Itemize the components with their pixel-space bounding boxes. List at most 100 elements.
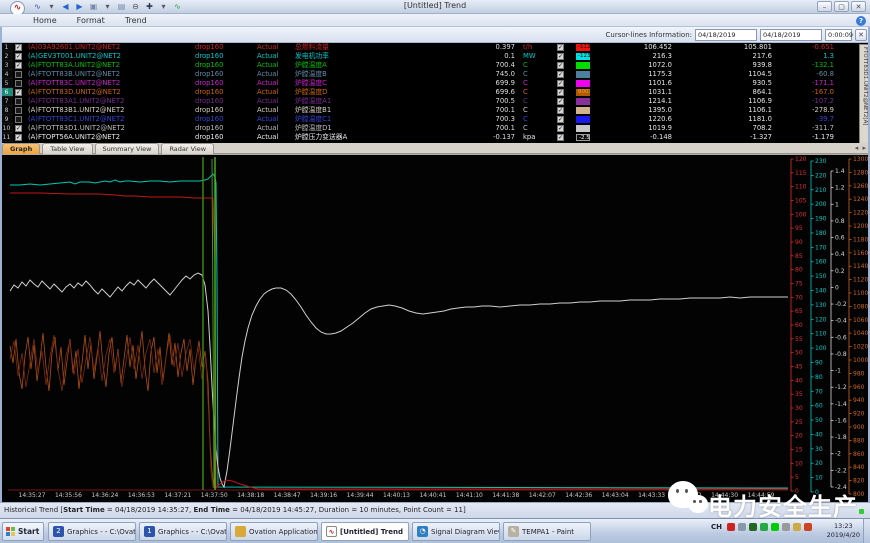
cursor-time1-field[interactable]: 04/18/2019 14:37:51.200	[695, 29, 757, 41]
scale-color-bar[interactable]	[576, 107, 590, 114]
svg-text:40: 40	[815, 431, 823, 438]
cursor-value: 1106.1	[678, 106, 778, 115]
tab-summary-view[interactable]: Summary View	[95, 143, 160, 154]
taskbar-button-signal-diagram[interactable]: ◔Signal Diagram Viewe...	[412, 522, 500, 541]
scale-checkbox[interactable]: ✓	[557, 62, 564, 69]
taskbar-button-label: [Untitled] Trend	[340, 528, 403, 536]
maximize-button[interactable]: ▢	[834, 1, 849, 12]
status-text: Historical Trend [Start Time = 04/18/201…	[4, 506, 466, 514]
signal-desc: 炉膛温度C	[295, 79, 453, 88]
trend-graph[interactable]: 1201151101051009590858075706560555045403…	[0, 154, 870, 502]
taskbar-clock[interactable]: 13:23 2019/4/20	[827, 522, 860, 540]
signal-name: (A)FTOTT83C.UNIT2@NET2	[28, 79, 195, 88]
scale-checkbox[interactable]: ✓	[557, 80, 564, 87]
cursor-value: -0.148	[590, 133, 678, 142]
window-title: [Untitled] Trend	[0, 1, 870, 10]
cursor-duration-field[interactable]: 0:00:09	[825, 29, 852, 41]
signal-mode: Actual	[257, 70, 295, 79]
scale-color-bar[interactable]	[576, 62, 590, 69]
signal-row[interactable]: 11✓(A)FTOPT56A.UNIT2@NET2drop160Actual炉膛…	[0, 133, 870, 142]
signal-checkbox[interactable]	[15, 98, 22, 105]
scale-checkbox[interactable]: ✓	[557, 44, 564, 51]
tab-graph[interactable]: Graph	[2, 143, 40, 154]
svg-text:45: 45	[795, 364, 803, 371]
signal-checkbox[interactable]: ✓	[15, 125, 22, 132]
signal-unit: kpa	[519, 133, 553, 142]
scale-checkbox[interactable]: ✓	[557, 89, 564, 96]
cursor-value: 1031.1	[590, 88, 678, 97]
tray-security-icon[interactable]	[727, 523, 735, 531]
scale-color-bar[interactable]	[576, 98, 590, 105]
signal-row[interactable]: 7(A)FTOTT83A1.UNIT2@NET2drop160Actual炉膛温…	[0, 97, 870, 106]
signal-checkbox[interactable]: ✓	[15, 134, 22, 141]
menu-item-format[interactable]: Format	[74, 14, 108, 27]
tab-radar-view[interactable]: Radar View	[161, 143, 214, 154]
svg-text:90: 90	[815, 359, 823, 366]
tray-network-icon[interactable]	[749, 523, 757, 531]
taskbar-button-trend-app[interactable]: ∿[Untitled] Trend	[321, 522, 409, 541]
scale-checkbox[interactable]: ✓	[557, 98, 564, 105]
language-indicator[interactable]: CH	[711, 523, 722, 531]
cursor-value: -107.2	[778, 97, 836, 106]
cursor-value: 1220.6	[590, 115, 678, 124]
taskbar-button-folder[interactable]: Ovation Applications	[230, 522, 318, 541]
signal-row[interactable]: 6✓(A)FTOTT83D.UNIT2@NET2drop160Actual炉膛温…	[0, 88, 870, 97]
svg-text:-1.6: -1.6	[835, 417, 847, 424]
signal-row[interactable]: 9(A)FTOTT83C1.UNIT2@NET2drop160Actual炉膛温…	[0, 115, 870, 124]
scale-color-bar[interactable]	[576, 71, 590, 78]
signal-checkbox[interactable]	[15, 71, 22, 78]
scale-color-bar[interactable]: -1230	[576, 53, 590, 60]
signal-checkbox[interactable]: ✓	[15, 53, 22, 60]
tray-agent-icon[interactable]	[760, 523, 768, 531]
signal-row[interactable]: 5(A)FTOTT83C.UNIT2@NET2drop160Actual炉膛温度…	[0, 79, 870, 88]
tab-scroll-arrows[interactable]: ◂ ▸	[855, 144, 867, 152]
signal-row[interactable]: 2✓(A)GEV3T001.UNIT2@NET2drop160Actual发电机…	[0, 52, 870, 61]
scale-color-bar[interactable]: -1120	[576, 44, 590, 51]
scale-checkbox[interactable]: ✓	[557, 134, 564, 141]
taskbar-button-paint[interactable]: ✎TEMPA1 - Paint	[503, 522, 591, 541]
signal-name: (A)FTOPT56A.UNIT2@NET2	[28, 133, 195, 142]
scale-checkbox[interactable]: ✓	[557, 107, 564, 114]
scale-color-bar[interactable]: 8001300	[576, 89, 590, 96]
scale-checkbox[interactable]: ✓	[557, 71, 564, 78]
minimize-button[interactable]: –	[817, 1, 832, 12]
tray-alarm-icon[interactable]	[804, 523, 812, 531]
tray-storage-icon[interactable]	[793, 523, 801, 531]
signal-checkbox[interactable]	[15, 107, 22, 114]
signal-row[interactable]: 8(A)FTOTT83B1.UNIT2@NET2drop160Actual炉膛温…	[0, 106, 870, 115]
scale-color-bar[interactable]	[576, 125, 590, 132]
menu-item-trend[interactable]: Trend	[122, 14, 150, 27]
scale-checkbox[interactable]: ✓	[557, 53, 564, 60]
scale-checkbox[interactable]: ✓	[557, 125, 564, 132]
cursor-close-icon[interactable]: ✕	[855, 29, 867, 41]
signal-row[interactable]: 4(A)FTOTT83B.UNIT2@NET2drop160Actual炉膛温度…	[0, 70, 870, 79]
tab-table-view[interactable]: Table View	[42, 143, 92, 154]
scale-color-bar[interactable]	[576, 116, 590, 123]
tray-update-icon[interactable]	[782, 523, 790, 531]
signal-checkbox[interactable]: ✓	[15, 44, 22, 51]
signal-checkbox[interactable]: ✓	[15, 62, 22, 69]
signal-name: (A)GEV3T001.UNIT2@NET2	[28, 52, 195, 61]
taskbar-button-graphics-window-1[interactable]: 1Graphics - - C:\Ovati...	[139, 522, 227, 541]
scale-color-bar[interactable]: -2.51.5	[576, 134, 590, 141]
close-button[interactable]: ✕	[851, 1, 866, 12]
scale-color-bar[interactable]	[576, 80, 590, 87]
scale-checkbox[interactable]: ✓	[557, 116, 564, 123]
cursor-time2-field[interactable]: 04/18/2019 14:38:00.200	[760, 29, 822, 41]
signal-checkbox[interactable]: ✓	[15, 89, 22, 96]
signal-mode: Actual	[257, 88, 295, 97]
start-button[interactable]: Start	[2, 522, 44, 541]
signal-row[interactable]: 3✓(A)FTOTT83A.UNIT2@NET2drop160Actual炉膛温…	[0, 61, 870, 70]
taskbar-button-graphics-window-2[interactable]: 2Graphics - - C:\Ovati...	[48, 522, 136, 541]
menu-item-home[interactable]: Home	[30, 14, 60, 27]
signal-name: (A)FTOTT83A1.UNIT2@NET2	[28, 97, 195, 106]
signal-row[interactable]: 10✓(A)FTOTT83D1.UNIT2@NET2drop160Actual炉…	[0, 124, 870, 133]
tray-monitor-icon[interactable]	[771, 523, 779, 531]
signal-checkbox[interactable]	[15, 80, 22, 87]
trend-plot-canvas[interactable]: 1201151101051009590858075706560555045403…	[0, 155, 870, 503]
signal-row[interactable]: 1✓(A)03A92601.UNIT2@NET2drop160Actual总燃料…	[0, 43, 870, 52]
tray-flag-icon[interactable]	[738, 523, 746, 531]
help-icon[interactable]: ?	[856, 16, 866, 26]
svg-text:230: 230	[815, 158, 827, 165]
signal-checkbox[interactable]	[15, 116, 22, 123]
